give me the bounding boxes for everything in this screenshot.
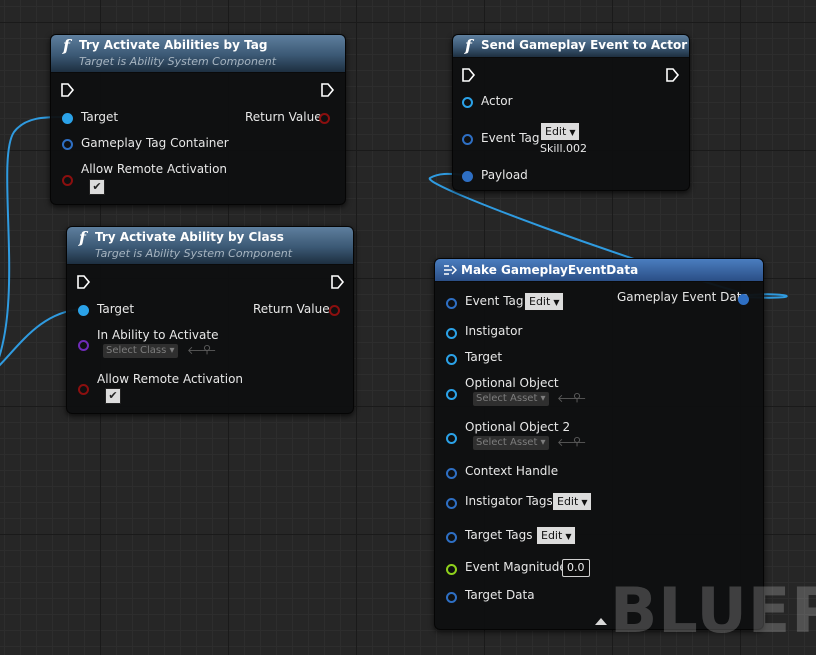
use-selected-icon[interactable]: 🡐: [187, 343, 217, 357]
allow-remote-pin[interactable]: [78, 384, 89, 395]
actor-pin[interactable]: [462, 97, 473, 108]
exec-out-pin[interactable]: [321, 83, 335, 97]
event-tag-label: Event Tag: [481, 131, 540, 145]
target-pin[interactable]: [446, 354, 457, 365]
node-subtitle: Target is Ability System Component: [79, 55, 277, 68]
node-subtitle: Target is Ability System Component: [95, 247, 293, 260]
return-value-pin[interactable]: [329, 305, 340, 316]
node-header[interactable]: Make GameplayEventData: [435, 259, 763, 282]
target-tags-pin[interactable]: [446, 532, 457, 543]
target-data-pin[interactable]: [446, 592, 457, 603]
node-title: Make GameplayEventData: [461, 263, 639, 277]
node-send-gameplay-event-to-actor[interactable]: f Send Gameplay Event to Actor Actor Eve…: [452, 34, 690, 191]
instigator-label: Instigator: [465, 324, 523, 338]
node-title: Try Activate Abilities by Tag: [79, 38, 268, 52]
context-handle-pin[interactable]: [446, 468, 457, 479]
allow-remote-checkbox[interactable]: ✔: [89, 179, 105, 195]
allow-remote-checkbox[interactable]: ✔: [105, 388, 121, 404]
node-header[interactable]: f Send Gameplay Event to Actor: [453, 35, 689, 58]
target-data-label: Target Data: [465, 588, 535, 602]
event-tag-edit-button[interactable]: Edit ▼: [524, 292, 565, 311]
output-label: Gameplay Event Data: [617, 290, 749, 304]
select-class-dropdown[interactable]: Select Class ▾: [103, 344, 178, 358]
function-icon: f: [63, 36, 70, 55]
use-selected-icon[interactable]: 🡐: [557, 391, 587, 405]
node-try-activate-abilities-by-tag[interactable]: f Try Activate Abilities by Tag Target i…: [50, 34, 346, 205]
instigator-pin[interactable]: [446, 328, 457, 339]
return-value-pin[interactable]: [319, 113, 330, 124]
node-title: Send Gameplay Event to Actor: [481, 38, 688, 52]
browse-icon[interactable]: ⚲: [203, 343, 211, 356]
event-magnitude-input[interactable]: 0.0: [562, 559, 590, 577]
target-label: Target: [81, 110, 119, 124]
browse-icon[interactable]: ⚲: [573, 435, 581, 448]
instigator-tags-pin[interactable]: [446, 498, 457, 509]
return-value-label: Return Value: [253, 302, 330, 316]
exec-in-pin[interactable]: [77, 275, 91, 289]
function-icon: f: [465, 36, 472, 55]
allow-remote-label: Allow Remote Activation: [97, 372, 244, 386]
node-header[interactable]: f Try Activate Ability by Class Target i…: [67, 227, 353, 265]
context-handle-label: Context Handle: [465, 464, 559, 478]
node-header[interactable]: f Try Activate Abilities by Tag Target i…: [51, 35, 345, 73]
node-title: Try Activate Ability by Class: [95, 230, 284, 244]
target-tags-edit-button[interactable]: Edit ▼: [536, 526, 577, 545]
optional-object-pin[interactable]: [446, 389, 457, 400]
event-tag-value: Skill.002: [540, 142, 588, 155]
exec-in-pin[interactable]: [462, 68, 476, 82]
target-pin[interactable]: [62, 113, 73, 124]
event-magnitude-label: Event Magnitude: [465, 560, 567, 574]
node-try-activate-ability-by-class[interactable]: f Try Activate Ability by Class Target i…: [66, 226, 354, 414]
event-tag-pin[interactable]: [462, 134, 473, 145]
use-selected-icon[interactable]: 🡐: [557, 435, 587, 449]
optional-object-select[interactable]: Select Asset ▾: [473, 392, 549, 406]
event-tag-pin[interactable]: [446, 298, 457, 309]
ability-class-pin[interactable]: [78, 340, 89, 351]
browse-icon[interactable]: ⚲: [573, 391, 581, 404]
event-tag-label: Event Tag: [465, 294, 524, 308]
optional-object-label: Optional Object: [465, 376, 559, 390]
actor-label: Actor: [481, 94, 513, 108]
tag-container-pin[interactable]: [62, 139, 73, 150]
target-pin[interactable]: [78, 305, 89, 316]
event-magnitude-pin[interactable]: [446, 564, 457, 575]
target-tags-label: Target Tags: [465, 528, 533, 542]
collapse-arrow-icon[interactable]: [594, 616, 608, 626]
allow-remote-pin[interactable]: [62, 175, 73, 186]
optional-object-2-label: Optional Object 2: [465, 420, 571, 434]
payload-label: Payload: [481, 168, 528, 182]
exec-out-pin[interactable]: [666, 68, 680, 82]
ability-class-label: In Ability to Activate: [97, 328, 219, 342]
payload-pin[interactable]: [462, 171, 473, 182]
instigator-tags-edit-button[interactable]: Edit ▼: [552, 492, 593, 511]
target-label: Target: [97, 302, 135, 316]
exec-out-pin[interactable]: [331, 275, 345, 289]
optional-object-2-select[interactable]: Select Asset ▾: [473, 436, 549, 450]
make-struct-icon: [444, 265, 457, 275]
optional-object-2-pin[interactable]: [446, 433, 457, 444]
target-label: Target: [465, 350, 503, 364]
instigator-tags-label: Instigator Tags: [465, 494, 553, 508]
allow-remote-label: Allow Remote Activation: [81, 162, 228, 176]
tag-container-label: Gameplay Tag Container: [81, 136, 229, 150]
exec-in-pin[interactable]: [61, 83, 75, 97]
blueprint-watermark: BLUEPR: [610, 574, 816, 647]
output-pin[interactable]: [738, 294, 749, 305]
return-value-label: Return Value: [245, 110, 322, 124]
function-icon: f: [79, 228, 86, 247]
event-tag-edit-button[interactable]: Edit ▼: [540, 122, 581, 141]
